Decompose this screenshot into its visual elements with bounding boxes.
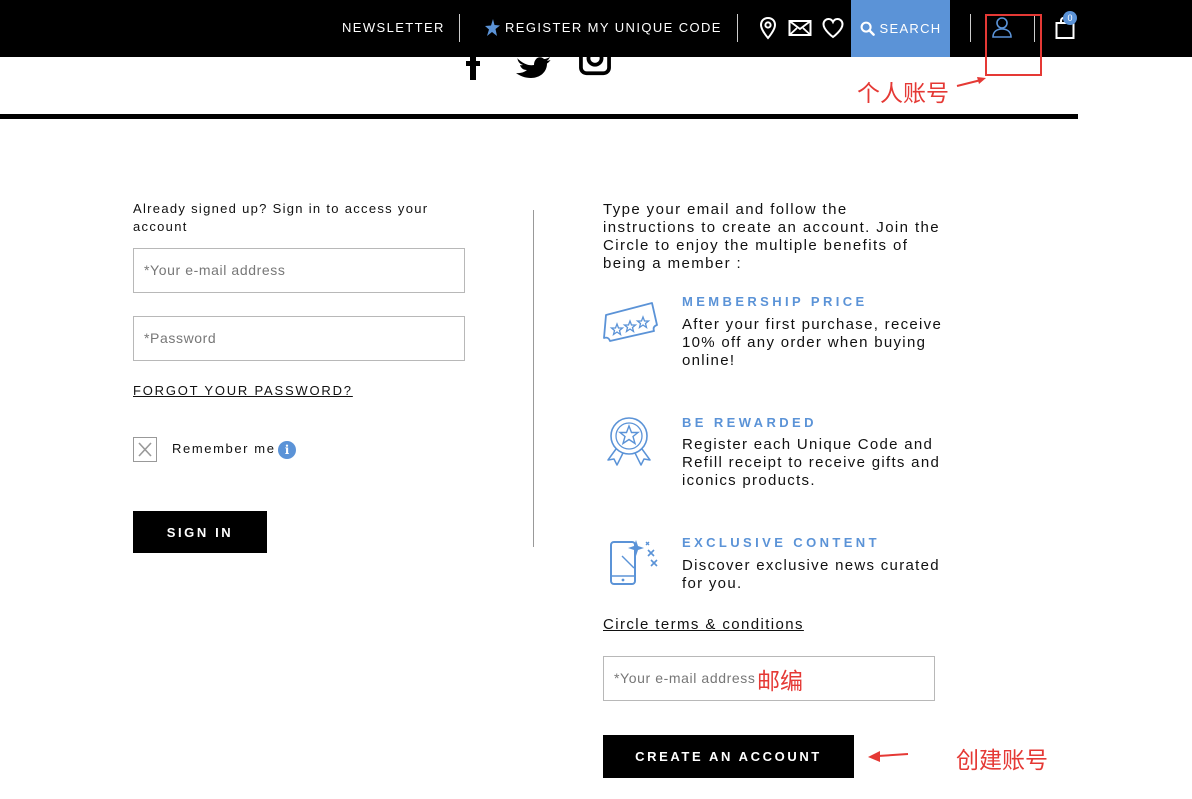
nav-divider [970, 14, 971, 42]
cart-count-badge: 0 [1063, 11, 1077, 25]
phone-sparkle-icon [610, 540, 658, 585]
newsletter-link[interactable]: NEWSLETTER [342, 0, 445, 57]
create-account-button-label: CREATE AN ACCOUNT [635, 749, 822, 764]
nav-divider [737, 14, 738, 42]
sign-in-button-label: SIGN IN [166, 524, 234, 540]
column-divider [533, 210, 534, 547]
star-icon [485, 19, 500, 36]
register-email-placeholder: *Your e-mail address [614, 670, 756, 686]
search-button[interactable]: SEARCH [851, 0, 950, 57]
benefit-description: Discover exclusive news curated for you. [682, 557, 940, 592]
magnifier-icon [860, 21, 875, 36]
signin-intro-text: Already signed up? Sign in to access you… [133, 201, 429, 234]
benefit-title: MEMBERSHIP PRICE [682, 294, 868, 309]
account-annotation-label: 个人账号 [857, 81, 949, 107]
signin-password-placeholder: *Password [144, 330, 217, 346]
twitter-icon[interactable] [515, 50, 551, 80]
search-label: SEARCH [879, 21, 942, 36]
instagram-icon[interactable] [578, 46, 612, 76]
medal-star-icon [607, 417, 651, 466]
create-account-button[interactable]: CREATE AN ACCOUNT [603, 735, 854, 778]
arrow-icon [868, 751, 909, 762]
signin-email-field[interactable]: *Your e-mail address [133, 248, 465, 293]
forgot-password-link[interactable]: FORGOT YOUR PASSWORD? [133, 383, 353, 398]
email-annotation-label: 邮编 [757, 669, 803, 695]
close-icon [138, 442, 152, 457]
info-icon[interactable]: i [278, 441, 296, 459]
ticket-stars-icon [603, 302, 658, 342]
benefit-description: After your first purchase, receive 10% o… [682, 316, 943, 369]
signin-email-placeholder: *Your e-mail address [144, 262, 286, 278]
signin-password-field[interactable]: *Password [133, 316, 465, 361]
create-account-annotation-label: 创建账号 [956, 748, 1048, 774]
benefit-description: Register each Unique Code and Refill rec… [682, 436, 941, 489]
remember-me-label: Remember me [172, 441, 276, 456]
arrow-icon [956, 77, 986, 87]
heart-icon[interactable] [821, 16, 845, 40]
section-separator [0, 114, 1078, 119]
account-highlight-box [985, 14, 1042, 76]
circle-terms-link[interactable]: Circle terms & conditions [603, 616, 804, 633]
sign-in-button[interactable]: SIGN IN [133, 511, 267, 553]
nav-divider [459, 14, 460, 42]
envelope-icon[interactable] [788, 16, 812, 40]
benefit-title: BE REWARDED [682, 415, 817, 430]
facebook-icon[interactable] [462, 52, 484, 82]
remember-me-checkbox[interactable] [133, 437, 157, 462]
location-pin-icon[interactable] [756, 16, 780, 40]
benefit-title: EXCLUSIVE CONTENT [682, 535, 880, 550]
register-unique-code-link[interactable]: REGISTER MY UNIQUE CODE [505, 0, 722, 57]
register-intro-text: Type your email and follow the instructi… [603, 201, 941, 272]
